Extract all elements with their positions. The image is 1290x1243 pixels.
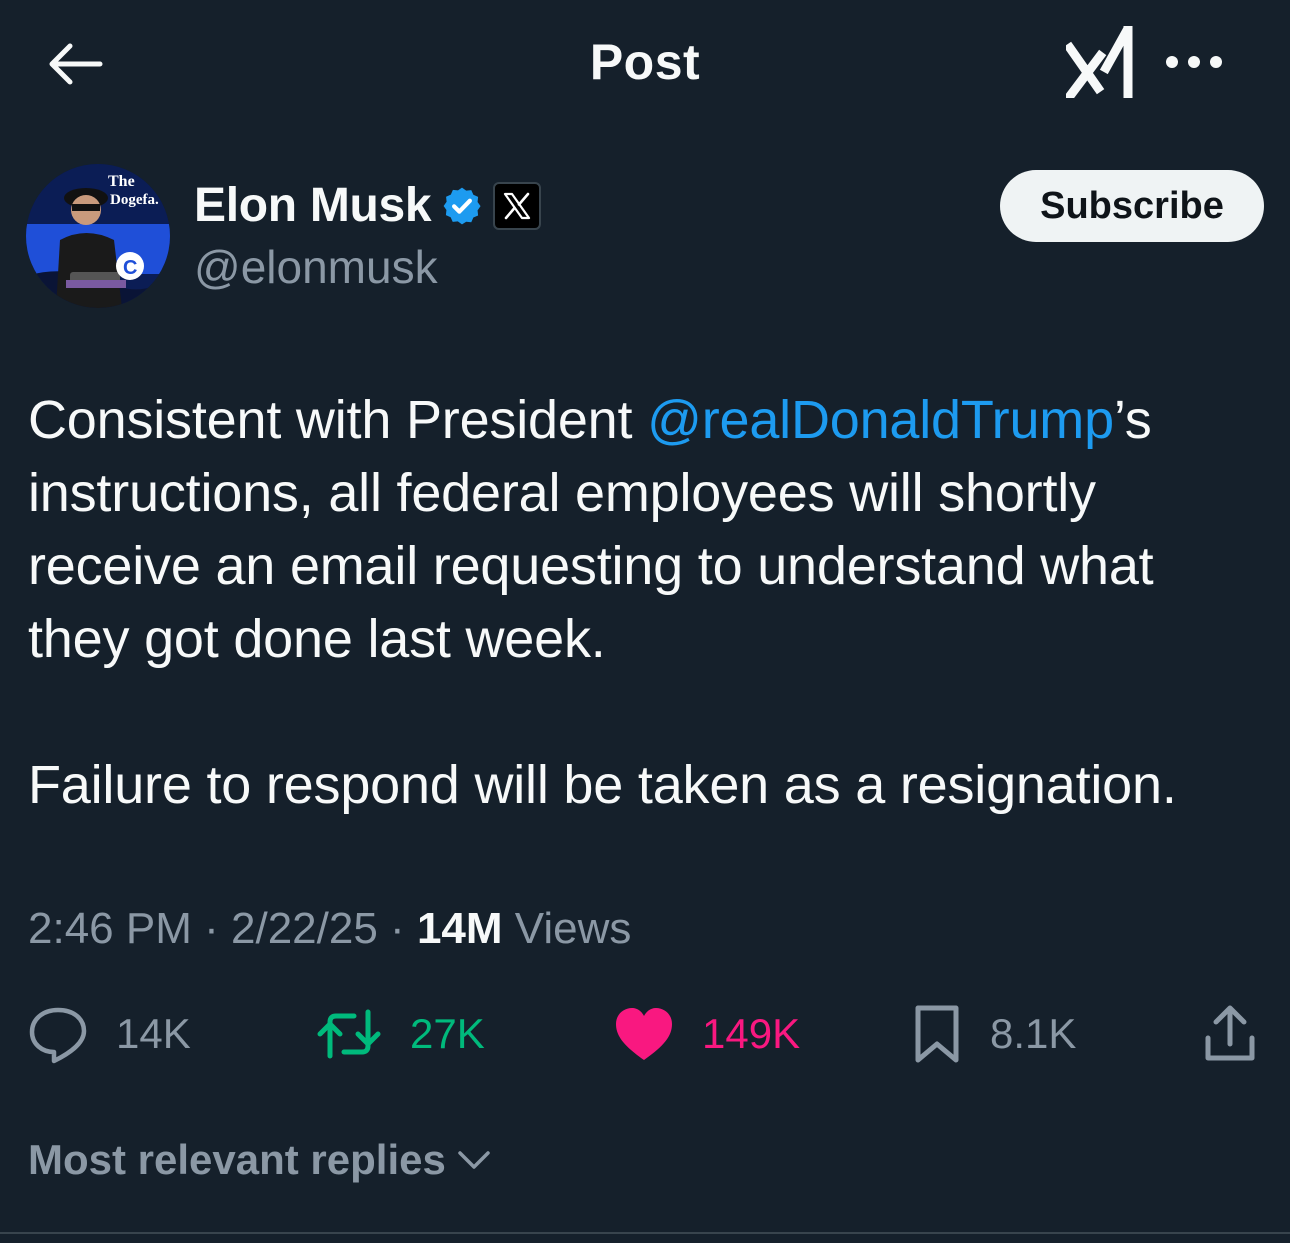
more-options-button[interactable]	[1158, 36, 1230, 88]
grok-icon	[1066, 26, 1133, 98]
divider	[0, 1232, 1290, 1234]
avatar-image: C The Dogefa.	[26, 164, 170, 308]
mention-link[interactable]: @realDonaldTrump	[647, 390, 1114, 450]
subscribe-button[interactable]: Subscribe	[1000, 170, 1264, 242]
post-date[interactable]: 2/22/25	[231, 904, 378, 953]
author-name: Elon Musk	[194, 179, 432, 232]
chevron-down-icon	[458, 1151, 490, 1169]
top-bar: Post	[0, 0, 1290, 128]
repost-count: 27K	[410, 1010, 485, 1057]
verified-badge-icon	[441, 185, 483, 227]
avatar-text-dogefa: Dogefa.	[110, 192, 159, 208]
avatar-text-the: The	[108, 173, 135, 190]
grok-button[interactable]	[1060, 22, 1140, 102]
post-paragraph-1: Consistent with President @realDonaldTru…	[28, 384, 1268, 676]
avatar[interactable]: C The Dogefa.	[26, 164, 170, 308]
x-affiliation-badge-icon[interactable]	[493, 182, 542, 230]
author-handle[interactable]: @elonmusk	[194, 238, 438, 296]
reply-count: 14K	[116, 1010, 191, 1057]
author-name-row[interactable]: Elon Musk	[194, 174, 542, 238]
bookmark-icon	[915, 1005, 959, 1063]
heart-icon	[616, 1008, 672, 1060]
views-count: 14M	[416, 904, 503, 953]
reply-icon	[29, 1007, 87, 1064]
meta-separator: ·	[204, 904, 219, 953]
share-icon	[1205, 1005, 1255, 1061]
replies-sort-label: Most relevant replies	[28, 1136, 446, 1183]
reply-button[interactable]: 14K	[28, 1000, 191, 1068]
action-bar: 14K 27K 149K 8.1K	[0, 1000, 1290, 1068]
more-horizontal-icon	[1166, 56, 1222, 68]
bookmark-button[interactable]: 8.1K	[912, 1000, 1076, 1068]
repost-icon	[317, 1009, 381, 1059]
replies-sort-dropdown[interactable]: Most relevant replies	[28, 1130, 492, 1190]
bookmark-count: 8.1K	[990, 1010, 1077, 1057]
repost-button[interactable]: 27K	[316, 1000, 485, 1068]
share-button[interactable]	[1200, 1000, 1260, 1068]
like-button[interactable]: 149K	[614, 1000, 800, 1068]
post-text-lead: Consistent with President	[28, 390, 648, 450]
svg-text:C: C	[123, 257, 137, 279]
like-count: 149K	[702, 1010, 801, 1057]
views-label: Views	[514, 904, 632, 953]
post-time[interactable]: 2:46 PM	[28, 904, 192, 953]
meta-separator: ·	[390, 904, 405, 953]
post-text: Consistent with President @realDonaldTru…	[28, 384, 1268, 822]
post-meta: 2:46 PM · 2/22/25 · 14M Views	[28, 900, 631, 958]
post-author: C The Dogefa. Elon Musk @elonmusk Subscr…	[26, 162, 1266, 312]
post-paragraph-2: Failure to respond will be taken as a re…	[28, 755, 1177, 815]
